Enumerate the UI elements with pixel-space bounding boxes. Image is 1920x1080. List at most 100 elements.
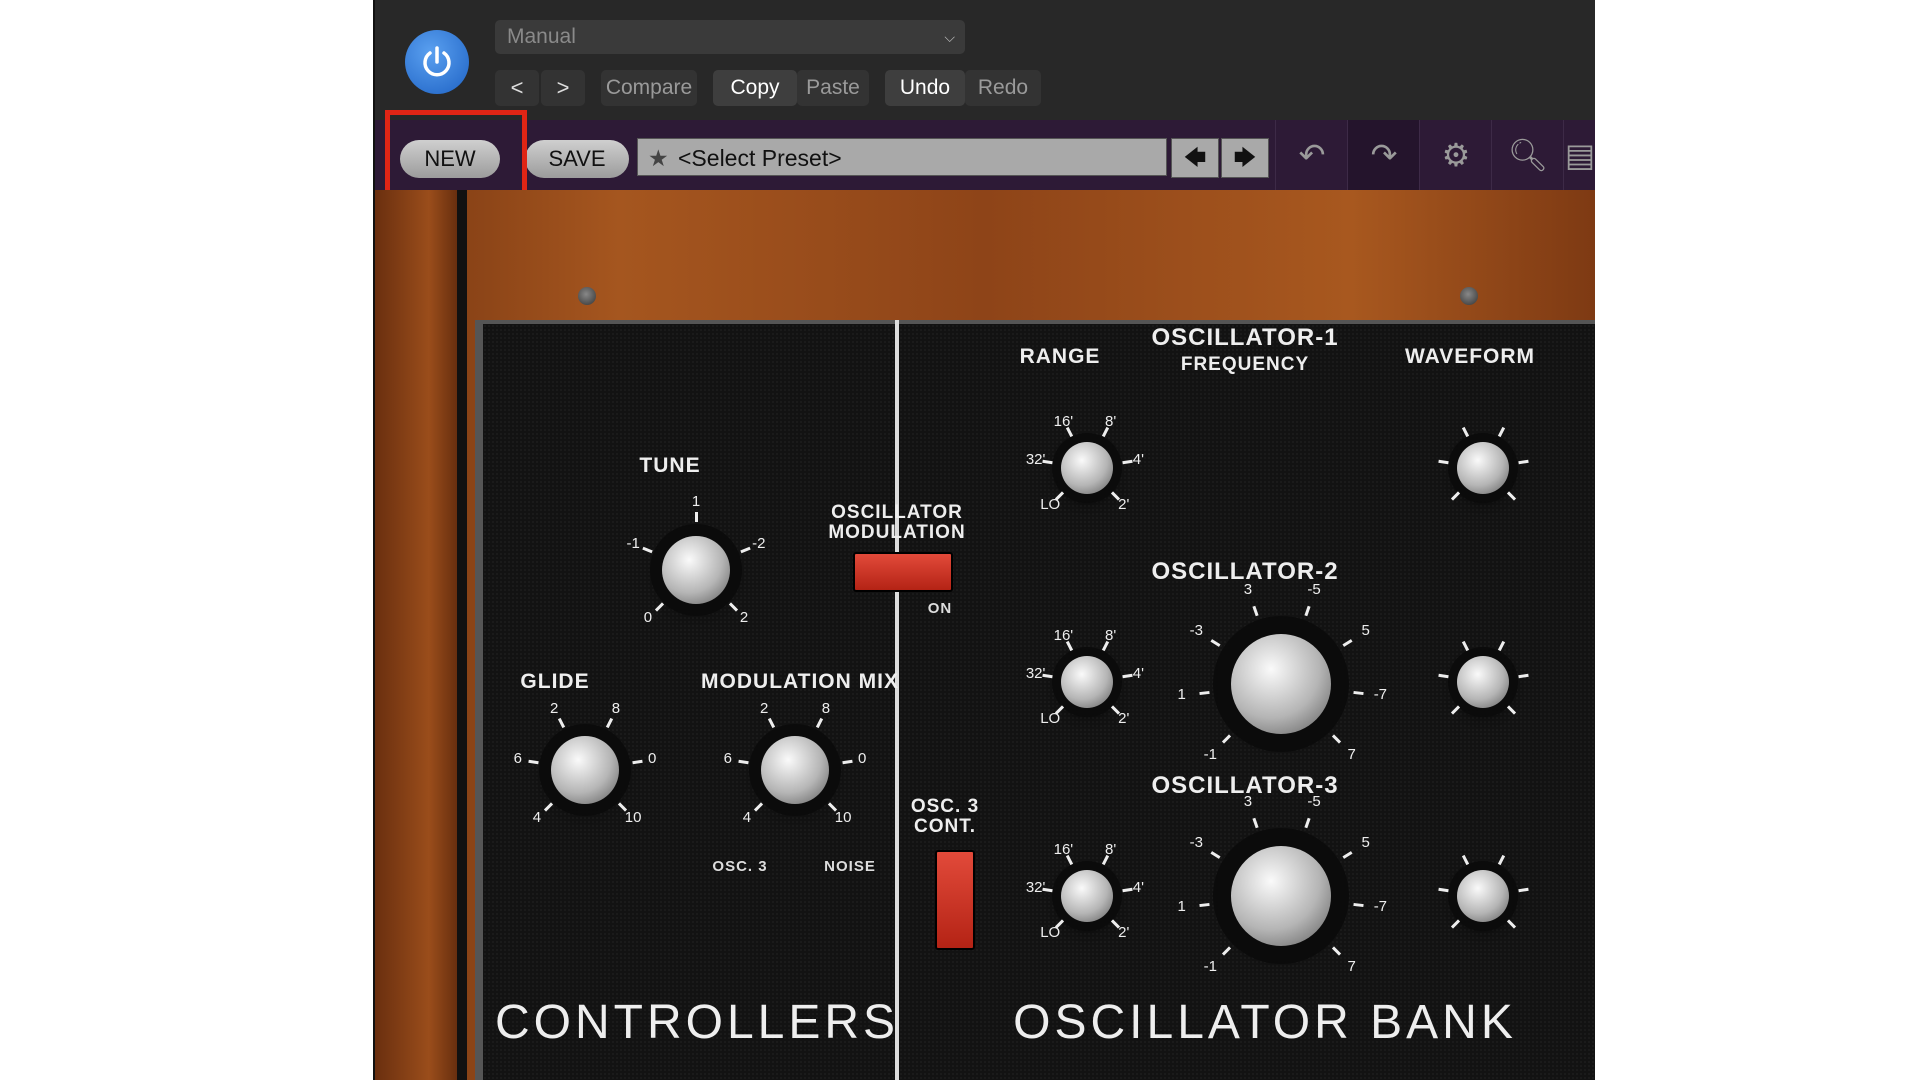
knob-tick-label: 1 bbox=[691, 493, 701, 510]
knob-tick-label: 4 bbox=[742, 809, 752, 827]
knob-tick-label: -3 bbox=[1189, 621, 1203, 639]
knob-tick-label: 16' bbox=[1053, 412, 1074, 430]
knob-tick bbox=[1353, 690, 1364, 695]
osc-mod-label-1: OSCILLATOR bbox=[831, 502, 963, 523]
copy-button[interactable]: Copy bbox=[713, 70, 797, 106]
screw-icon bbox=[1460, 287, 1478, 305]
wood-side-panel bbox=[375, 190, 465, 1080]
knob-tick-label: 8' bbox=[1104, 626, 1117, 644]
modulation-mix-label: MODULATION MIX bbox=[701, 670, 899, 693]
knob-tick-label: 2' bbox=[1118, 923, 1130, 941]
screw-icon bbox=[578, 287, 596, 305]
knob-tick-label: 0 bbox=[643, 609, 653, 627]
knob-tick-label: 0 bbox=[647, 750, 657, 768]
host-header: Manual ⌵ < > Compare Copy Paste Undo Red… bbox=[375, 0, 1595, 120]
knob-tick-label: -1 bbox=[1203, 745, 1217, 763]
preset-selector-text: <Select Preset> bbox=[678, 145, 842, 171]
preset-selector[interactable]: ★ <Select Preset> bbox=[637, 138, 1167, 176]
star-icon[interactable]: ★ bbox=[648, 139, 669, 177]
knob-tick-label: 1 bbox=[1177, 898, 1186, 916]
osc-mod-label-2: MODULATION bbox=[828, 522, 966, 543]
knob-tick-label: 8' bbox=[1104, 412, 1117, 430]
knob-tick-label: 32' bbox=[1025, 450, 1046, 468]
oscillator-3-range-knob[interactable] bbox=[1061, 870, 1113, 922]
next-preset-arrow[interactable]: 🡆 bbox=[1221, 138, 1269, 178]
knob-tick-label: 6 bbox=[723, 750, 732, 768]
chevron-down-icon: ⌵ bbox=[944, 29, 955, 45]
knob-tick-label: 32' bbox=[1025, 878, 1046, 896]
glide-label: GLIDE bbox=[520, 670, 590, 693]
undo-button[interactable]: Undo bbox=[885, 70, 965, 106]
knob-tick-label: 6 bbox=[513, 750, 522, 768]
previous-preset-arrow[interactable]: 🡄 bbox=[1171, 138, 1219, 178]
knob-tick-label: 1 bbox=[1177, 686, 1186, 704]
oscillator-1-range-knob[interactable] bbox=[1061, 442, 1113, 494]
knob-tick-label: LO bbox=[1040, 923, 1061, 941]
knob-tick-label: 2 bbox=[739, 609, 749, 627]
save-preset-button[interactable]: SAVE bbox=[525, 140, 629, 178]
synth-panel bbox=[475, 320, 1595, 1080]
knob-tick-label: 8 bbox=[611, 700, 621, 718]
knob-tick-label: -7 bbox=[1373, 898, 1388, 916]
next-preset-button[interactable]: > bbox=[541, 70, 585, 106]
knob-tick-label: 8' bbox=[1104, 840, 1117, 858]
knob-tick-label: -1 bbox=[626, 534, 640, 552]
knob-tick-label: 2 bbox=[759, 700, 769, 718]
knob-tick-label: -3 bbox=[1189, 833, 1203, 851]
knob-tick bbox=[1353, 902, 1364, 907]
knob-tick bbox=[695, 512, 698, 523]
knob-tick-label: 4' bbox=[1132, 450, 1144, 468]
oscillator-3-frequency-knob[interactable] bbox=[1231, 846, 1331, 946]
knob-tick-label: 16' bbox=[1053, 626, 1074, 644]
compare-button[interactable]: Compare bbox=[601, 70, 697, 106]
knob-tick-label: -1 bbox=[1203, 957, 1217, 975]
knob-tick-label: 2' bbox=[1118, 495, 1130, 513]
zoom-icon[interactable]: 🔍︎ bbox=[1491, 120, 1564, 190]
glide-knob[interactable] bbox=[551, 736, 619, 804]
waveform-label: WAVEFORM bbox=[1404, 345, 1536, 368]
knob-tick-label: 3 bbox=[1243, 580, 1253, 598]
oscillator-1-waveform-knob[interactable] bbox=[1457, 442, 1509, 494]
oscillator-2-waveform-knob[interactable] bbox=[1457, 656, 1509, 708]
previous-preset-button[interactable]: < bbox=[495, 70, 539, 106]
oscillator-3-waveform-knob[interactable] bbox=[1457, 870, 1509, 922]
controllers-title: CONTROLLERS bbox=[495, 996, 900, 1049]
modulation-mix-knob[interactable] bbox=[761, 736, 829, 804]
section-divider bbox=[895, 320, 899, 1080]
power-button[interactable] bbox=[405, 30, 469, 94]
oscillator-modulation-switch[interactable] bbox=[853, 552, 953, 592]
oscillator-2-frequency-knob[interactable] bbox=[1231, 634, 1331, 734]
knob-tick-label: 3 bbox=[1243, 792, 1253, 810]
knob-tick-label: 10 bbox=[834, 809, 852, 827]
osc3-control-switch[interactable] bbox=[935, 850, 975, 950]
plugin-window: Manual ⌵ < > Compare Copy Paste Undo Red… bbox=[373, 0, 1595, 1080]
knob-tick-label: -5 bbox=[1307, 580, 1321, 598]
keyboard-icon[interactable]: ▤ bbox=[1563, 120, 1595, 190]
undo-icon[interactable]: ↶ bbox=[1275, 120, 1348, 190]
oscillator-bank-title: OSCILLATOR BANK bbox=[1013, 996, 1517, 1049]
osc-mod-on-label: ON bbox=[927, 600, 953, 617]
knob-tick-label: 5 bbox=[1361, 621, 1370, 639]
knob-tick-label: 16' bbox=[1053, 840, 1074, 858]
knob-tick-label: 32' bbox=[1025, 664, 1046, 682]
knob-tick-label: 2' bbox=[1118, 709, 1130, 727]
range-label: RANGE bbox=[1019, 345, 1101, 368]
tune-knob[interactable] bbox=[662, 536, 730, 604]
oscillator-2-range-knob[interactable] bbox=[1061, 656, 1113, 708]
knob-tick-label: 7 bbox=[1347, 957, 1356, 975]
knob-tick-label: -5 bbox=[1307, 792, 1321, 810]
redo-icon[interactable]: ↷ bbox=[1347, 120, 1420, 190]
paste-button[interactable]: Paste bbox=[797, 70, 869, 106]
knob-tick-label: 7 bbox=[1347, 745, 1356, 763]
redo-button[interactable]: Redo bbox=[965, 70, 1041, 106]
mod-mix-osc3-label: OSC. 3 bbox=[712, 858, 768, 875]
plugin-preset-bar: NEW SAVE ★ <Select Preset> 🡄 🡆 ↶ ↷ ⚙ 🔍︎ … bbox=[375, 120, 1595, 190]
tune-label: TUNE bbox=[639, 454, 701, 477]
knob-tick-label: 4' bbox=[1132, 878, 1144, 896]
gear-icon[interactable]: ⚙ bbox=[1419, 120, 1492, 190]
host-preset-dropdown[interactable]: Manual ⌵ bbox=[495, 20, 965, 54]
oscillator-1-title: OSCILLATOR-1 bbox=[1151, 324, 1339, 351]
knob-tick-label: 4 bbox=[532, 809, 542, 827]
knob-tick-label: 0 bbox=[857, 750, 867, 768]
osc3-cont-label-1: OSC. 3 bbox=[910, 796, 980, 817]
